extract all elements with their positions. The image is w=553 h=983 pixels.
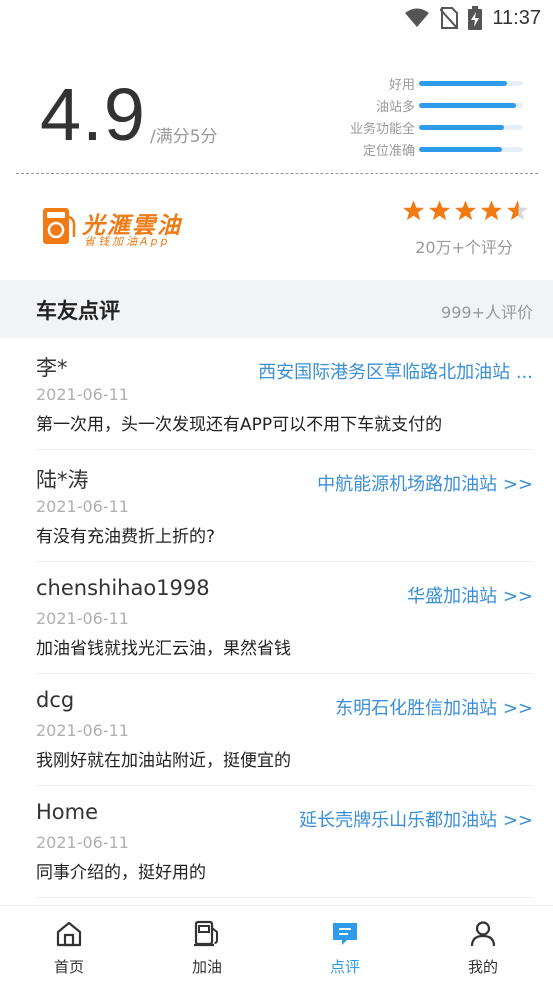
review-item: dcg 东明石化胜信加油站 >> 2021-06-11 我刚好就在加油站附近，挺… (0, 674, 553, 786)
reviewer-name: 李* (36, 356, 68, 380)
fuel-logo-icon (43, 208, 76, 244)
review-text: 第一次用，头一次发现还有APP可以不用下车就支付的 (36, 415, 443, 435)
status-icons: 11:37 (404, 6, 541, 30)
section-title: 车友点评 (36, 299, 120, 323)
station-link[interactable]: 延长壳牌乐山乐都加油站 >> (299, 806, 533, 832)
person-icon (470, 921, 496, 947)
no-sim-icon (440, 7, 459, 29)
rating-bar-track (419, 124, 523, 130)
rating-bar-row: 好用 (333, 72, 523, 94)
station-link[interactable]: 东明石化胜信加油站 >> (335, 694, 533, 720)
home-icon (56, 921, 82, 947)
tab-label: 我的 (467, 958, 498, 976)
tab-profile[interactable]: 我的 (414, 906, 552, 983)
star-icon (480, 200, 503, 221)
brand-slogan: 省钱加油App (84, 235, 171, 248)
rating-bar-label: 业务功能全 (349, 121, 415, 137)
rating-bar-fill (419, 80, 508, 86)
reviewer-name: Home (36, 800, 99, 824)
star-icon (428, 200, 451, 221)
status-bar: 11:37 (0, 0, 553, 36)
rating-count: 20万+个评分 (415, 238, 513, 257)
status-time: 11:37 (492, 6, 541, 29)
rating-bar-fill (419, 146, 503, 152)
review-date: 2021-06-11 (36, 721, 129, 740)
review-count: 999+人评价 (441, 303, 533, 322)
rating-max: /满分5分 (150, 127, 218, 147)
rating-bar-fill (419, 102, 516, 108)
rating-bar-track (419, 80, 523, 86)
rating-bars: 好用 油站多 业务功能全 定位准确 (333, 72, 523, 160)
fuel-pump-icon (194, 920, 218, 947)
review-text: 我刚好就在加油站附近，挺便宜的 (36, 751, 291, 771)
review-list: 李* 西安国际港务区草临路北加油站 ... 2021-06-11 第一次用，头一… (0, 338, 553, 898)
station-link[interactable]: 西安国际港务区草临路北加油站 ... (258, 358, 533, 384)
rating-bar-label: 好用 (388, 77, 415, 93)
rating-score: 4.9 (40, 73, 146, 156)
review-text: 有没有充油费折上折的? (36, 527, 216, 547)
reviewer-name: 陆*涛 (36, 468, 89, 492)
review-date: 2021-06-11 (36, 497, 129, 516)
tab-label: 加油 (191, 958, 222, 976)
star-icon (454, 200, 477, 221)
review-item: 陆*涛 中航能源机场路加油站 >> 2021-06-11 有没有充油费折上折的? (0, 450, 553, 562)
reviews-header: 车友点评 999+人评价 (0, 280, 553, 338)
rating-bar-fill (419, 124, 505, 130)
battery-charging-icon (468, 6, 483, 30)
rating-bar-label: 油站多 (375, 99, 415, 115)
tab-label: 点评 (329, 958, 360, 976)
review-item: 李* 西安国际港务区草临路北加油站 ... 2021-06-11 第一次用，头一… (0, 338, 553, 450)
tab-label: 首页 (53, 958, 84, 976)
comment-icon (333, 923, 357, 945)
review-date: 2021-06-11 (36, 385, 129, 404)
rating-bar-track (419, 102, 523, 108)
review-date: 2021-06-11 (36, 609, 129, 628)
review-text: 加油省钱就找光汇云油，果然省钱 (36, 639, 291, 659)
tab-fuel[interactable]: 加油 (138, 906, 276, 983)
rating-bar-row: 业务功能全 (333, 116, 523, 138)
rating-bar-track (419, 146, 523, 152)
review-item: Home 延长壳牌乐山乐都加油站 >> 2021-06-11 同事介绍的，挺好用… (0, 786, 553, 898)
dashed-divider (16, 173, 538, 174)
reviewer-name: chenshihao1998 (36, 576, 210, 600)
rating-bar-label: 定位准确 (362, 143, 415, 159)
rating-overview: 4.9 /满分5分 好用 油站多 业务功能全 定位准确 (0, 60, 553, 172)
reviewer-name: dcg (36, 688, 75, 712)
tab-home[interactable]: 首页 (0, 906, 138, 983)
station-link[interactable]: 华盛加油站 >> (407, 582, 533, 608)
bottom-tab-bar: 首页 加油 点评 我的 (0, 905, 553, 983)
app-brand: 光滙雲油 省钱加油App 20万+个评分 (0, 190, 553, 280)
rating-bar-row: 油站多 (333, 94, 523, 116)
half-star-icon (506, 200, 529, 221)
station-link[interactable]: 中航能源机场路加油站 >> (317, 470, 533, 496)
review-text: 同事介绍的，挺好用的 (36, 863, 206, 883)
review-date: 2021-06-11 (36, 833, 129, 852)
star-icon (402, 200, 425, 221)
star-rating (402, 199, 529, 222)
review-item: chenshihao1998 华盛加油站 >> 2021-06-11 加油省钱就… (0, 562, 553, 674)
wifi-icon (405, 8, 430, 27)
rating-bar-row: 定位准确 (333, 138, 523, 160)
tab-reviews[interactable]: 点评 (276, 906, 414, 983)
